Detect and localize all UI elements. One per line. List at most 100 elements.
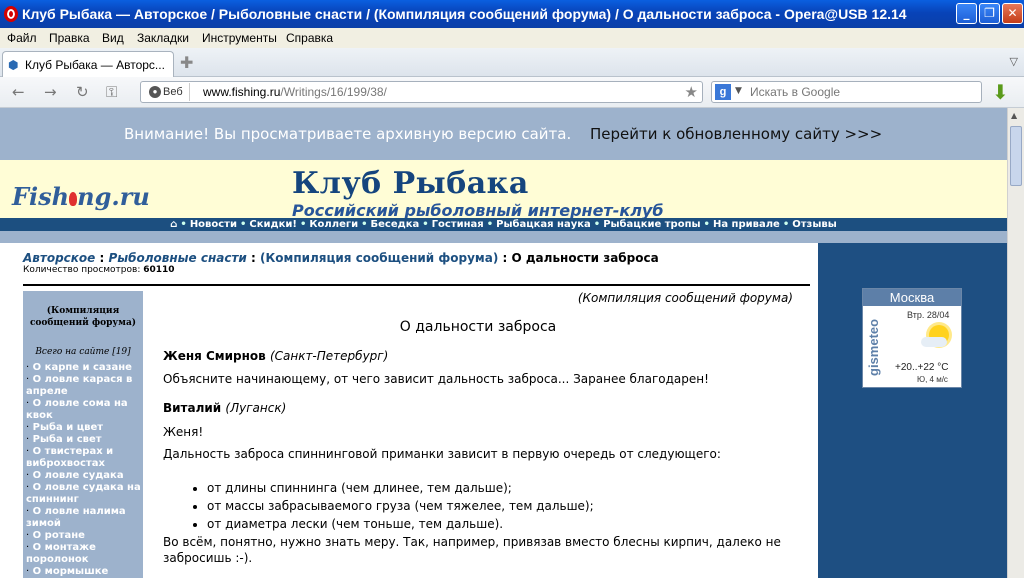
weather-date: Втр. 28/04 <box>907 310 950 320</box>
author-name: Виталий <box>163 401 222 415</box>
sidebar-item[interactable]: · О карпе и сазане <box>26 362 142 374</box>
new-tab-icon[interactable]: ✚ <box>180 53 193 72</box>
scrollbar-thumb[interactable] <box>1010 126 1022 186</box>
fish-favicon-icon: ⬢ <box>8 58 19 72</box>
site-logo[interactable]: Fish ng.ru <box>12 182 150 211</box>
breadcrumb-compilation[interactable]: (Компиляция сообщений форума) <box>260 251 498 265</box>
sidebar-item[interactable]: · Рыба и свет <box>26 434 142 446</box>
url-domain: www.fishing.ru <box>203 85 281 99</box>
opera-logo-icon <box>4 6 18 22</box>
post-greeting: Женя! <box>163 425 204 439</box>
nav-science[interactable]: Рыбацкая наука <box>496 219 591 230</box>
nav-news[interactable]: Новости <box>190 219 237 230</box>
address-field[interactable]: ● Веб www.fishing.ru/Writings/16/199/38/ … <box>140 81 703 103</box>
search-placeholder: Искать в Google <box>750 85 841 99</box>
logo-text-start: Fish <box>12 182 70 211</box>
browser-window: Клуб Рыбака — Авторское / Рыболовные сна… <box>0 0 1024 578</box>
reasons-list: от длины спиннинга (чем длинее, тем даль… <box>191 479 594 533</box>
sidebar-item-label: О монтаже поролонок <box>26 542 96 565</box>
breadcrumb-separator: : <box>498 251 512 265</box>
search-field[interactable]: g ▼ Искать в Google <box>711 81 982 103</box>
view-count-value: 60110 <box>143 265 175 275</box>
breadcrumb-authors[interactable]: Авторское <box>23 251 95 265</box>
url-text[interactable]: www.fishing.ru/Writings/16/199/38/ <box>203 85 387 99</box>
view-count-label: Количество просмотров: <box>23 265 141 275</box>
menu-bar: Файл Правка Вид Закладки Инструменты Спр… <box>0 28 1024 48</box>
close-button[interactable]: ✕ <box>1002 3 1023 24</box>
tab-menu-chevron-icon[interactable]: ▽ <box>1010 55 1018 68</box>
nav-colleagues[interactable]: Коллеги <box>309 219 358 230</box>
sidebar-item[interactable]: · О ротане <box>26 530 142 542</box>
menu-edit[interactable]: Правка <box>49 31 90 45</box>
scroll-up-icon[interactable]: ▲ <box>1011 111 1017 120</box>
security-badge[interactable]: ● Веб <box>145 83 190 101</box>
view-count: Количество просмотров: 60110 <box>23 265 175 275</box>
author-city: (Луганск) <box>225 401 287 415</box>
sidebar-item[interactable]: · О ловле судака на спиннинг <box>26 482 142 506</box>
list-item: от массы забрасываемого груза (чем тяжел… <box>207 497 594 515</box>
nav-trails[interactable]: Рыбацкие тропы <box>603 219 700 230</box>
menu-bookmarks[interactable]: Закладки <box>137 31 189 45</box>
menu-tools[interactable]: Инструменты <box>202 31 277 45</box>
maximize-button[interactable]: ❐ <box>979 3 1000 24</box>
sidebar-item[interactable]: · О ловле налима зимой <box>26 506 142 530</box>
sidebar-item-label: О мормышке <box>32 566 109 577</box>
sidebar-item-label: О ловле судака <box>32 470 124 481</box>
google-icon[interactable]: g <box>715 84 731 100</box>
sidebar-item[interactable]: · О монтаже поролонок <box>26 542 142 566</box>
tab-active[interactable]: ⬢ Клуб Рыбака — Авторс... <box>2 51 174 77</box>
download-icon[interactable]: ⬇ <box>992 80 1009 104</box>
breadcrumb-separator: : <box>246 251 260 265</box>
menu-view[interactable]: Вид <box>102 31 124 45</box>
post-intro: Дальность заброса спиннинговой приманки … <box>163 447 721 461</box>
post-question: Объясните начинающему, от чего зависит д… <box>163 372 709 386</box>
window-title: Клуб Рыбака — Авторское / Рыболовные сна… <box>22 6 907 22</box>
new-site-link[interactable]: Перейти к обновленному сайту >>> <box>590 125 882 143</box>
sidebar-item[interactable]: · О ловле судака <box>26 470 142 482</box>
forward-icon[interactable]: → <box>44 83 57 101</box>
breadcrumb-tackle[interactable]: Рыболовные снасти <box>108 251 246 265</box>
author-city: (Санкт-Петербург) <box>269 349 389 363</box>
post-outro: Во всём, понятно, нужно знать меру. Так,… <box>163 535 781 549</box>
key-icon[interactable]: ⚿ <box>106 83 117 101</box>
search-engine-dropdown-icon[interactable]: ▼ <box>735 86 742 96</box>
bobber-icon <box>69 191 78 206</box>
sidebar-item[interactable]: · Рыба и цвет <box>26 422 142 434</box>
sidebar-list: · О карпе и сазане · О ловле карася в ап… <box>26 362 142 578</box>
menu-help[interactable]: Справка <box>286 31 333 45</box>
tab-bar: ⬢ Клуб Рыбака — Авторс... ✚ ▽ <box>0 48 1024 77</box>
vertical-scrollbar[interactable]: ▲ <box>1007 108 1024 578</box>
nav-discounts[interactable]: Скидки! <box>249 219 297 230</box>
sidebar-item-label: Рыба и цвет <box>32 422 104 433</box>
title-bar: Клуб Рыбака — Авторское / Рыболовные сна… <box>0 0 1024 28</box>
article-source: (Компиляция сообщений форума) <box>577 291 793 305</box>
post-outro-end: забросишь :-). <box>163 551 253 565</box>
sidebar-total: Всего на сайте [19] <box>35 347 131 357</box>
author-name: Женя Смирнов <box>163 349 266 363</box>
post-author: Виталий (Луганск) <box>163 401 286 415</box>
back-icon[interactable]: ← <box>12 83 25 101</box>
web-label: Веб <box>163 86 183 98</box>
sidebar-item[interactable]: · О ловле сома на квок <box>26 398 142 422</box>
page-viewport: Внимание! Вы просматриваете архивную вер… <box>0 108 1007 578</box>
site-header: Fish ng.ru Клуб Рыбака Российский рыболов… <box>0 160 1007 220</box>
archive-message: Внимание! Вы просматриваете архивную вер… <box>124 125 572 143</box>
menu-file[interactable]: Файл <box>7 31 37 45</box>
sidebar-item[interactable]: · О мормышке <box>26 566 142 578</box>
sidebar-item[interactable]: · О ловле карася в апреле <box>26 374 142 398</box>
list-item: от диаметра лески (чем тоньше, тем дальш… <box>207 515 594 533</box>
nav-rest[interactable]: На привале <box>713 219 780 230</box>
minimize-button[interactable]: _ <box>956 3 977 24</box>
gismeteo-logo: gismeteo <box>866 318 881 376</box>
nav-gazebo[interactable]: Беседка <box>371 219 420 230</box>
reload-icon[interactable]: ↻ <box>76 83 89 101</box>
sidebar-item-label: О ротане <box>32 530 85 541</box>
sidebar-item[interactable]: · О твистерах и виброхвостах <box>26 446 142 470</box>
logo-text-end: ng.ru <box>77 182 150 211</box>
weather-wind: Ю, 4 м/с <box>917 375 948 384</box>
nav-reviews[interactable]: Отзывы <box>792 219 837 230</box>
weather-widget[interactable]: Москва gismeteo Втр. 28/04 +20..+22 °C Ю… <box>862 288 962 388</box>
bookmark-star-icon[interactable]: ★ <box>685 83 698 101</box>
nav-lounge[interactable]: Гостиная <box>432 219 484 230</box>
weather-temp: +20..+22 °C <box>895 362 949 373</box>
